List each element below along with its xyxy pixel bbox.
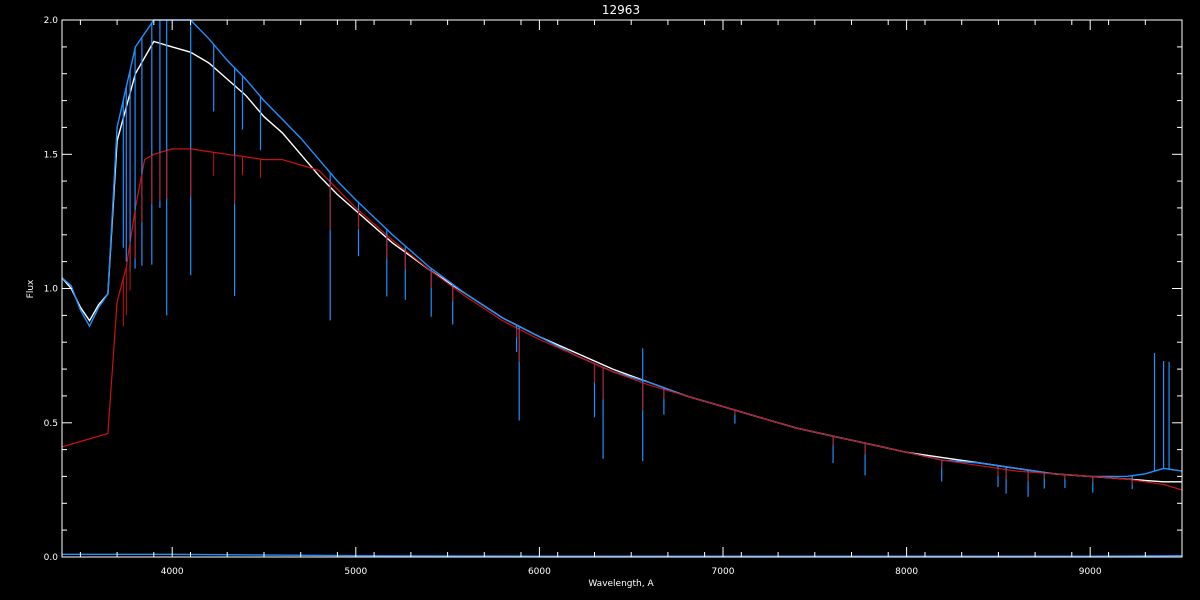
chart-title: 12963 xyxy=(602,3,640,17)
x-tick-label-5: 8000 xyxy=(895,567,918,577)
y-tick-label-2: 0.5 xyxy=(44,419,58,429)
y-tick-label-1: 0.0 xyxy=(44,553,59,563)
x-tick-label-2: 5000 xyxy=(344,567,367,577)
chart-background xyxy=(0,0,1200,600)
x-tick-label-3: 6000 xyxy=(528,567,551,577)
y-tick-label-3: 1.0 xyxy=(44,285,59,295)
x-axis-label: Wavelength, A xyxy=(588,579,654,589)
x-tick-label-1: 4000 xyxy=(161,567,184,577)
y-tick-label-4: 1.5 xyxy=(44,150,58,160)
y-axis-label: Flux xyxy=(26,279,36,298)
spectrum-chart: 4000 5000 6000 7000 8000 90000.00.51.01.52.0 … xyxy=(0,0,1200,600)
x-tick-label-6: 9000 xyxy=(1079,567,1102,577)
y-tick-label-5: 2.0 xyxy=(44,16,59,26)
x-tick-label-4: 7000 xyxy=(712,567,735,577)
